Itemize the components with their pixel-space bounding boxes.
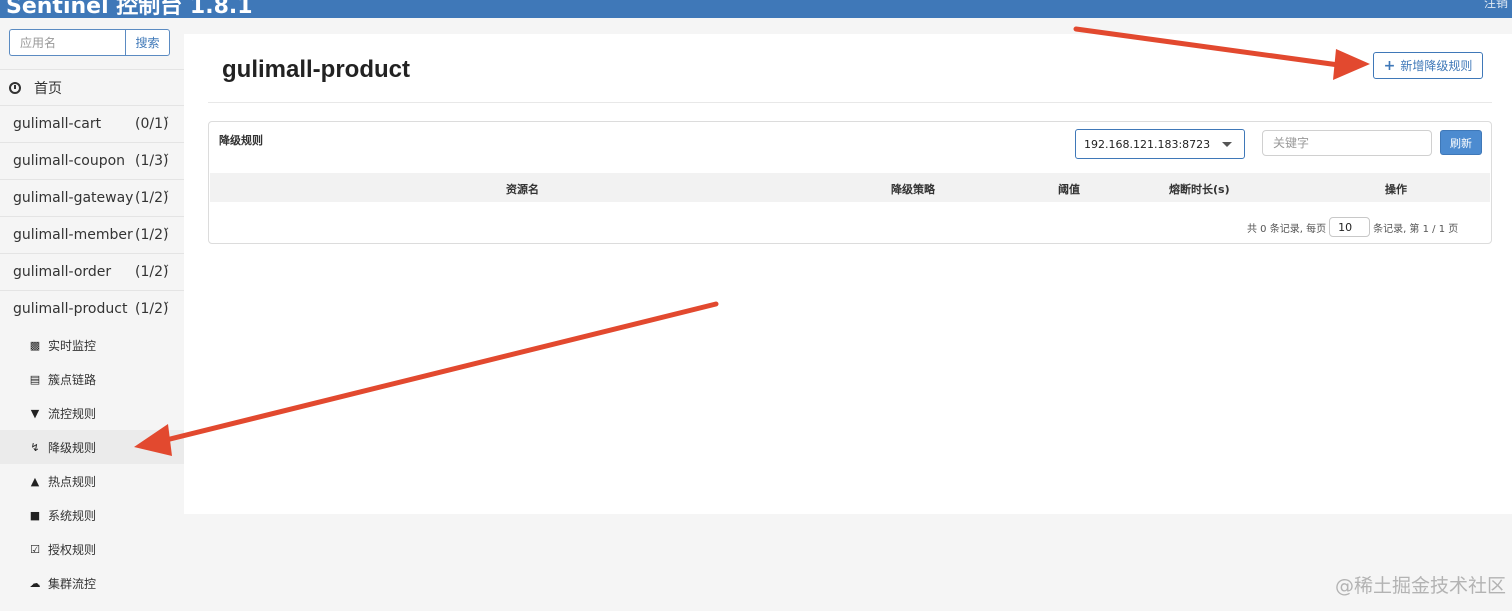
lock-icon: ■ <box>29 508 41 522</box>
submenu-item-resource-chain[interactable]: ▤ 簇点链路 <box>0 362 184 396</box>
add-degrade-rule-button[interactable]: + 新增降级规则 <box>1373 52 1483 79</box>
chevron-down-icon: ⌄ <box>162 259 171 270</box>
clock-icon <box>9 81 21 94</box>
submenu-item-label: 实时监控 <box>48 338 97 353</box>
plus-icon: + <box>1383 57 1396 74</box>
submenu-item-hotspot-rules[interactable]: ▲ 热点规则 <box>0 464 184 498</box>
app-name: gulimall-product <box>13 301 128 317</box>
pagination-prefix: 共 0 条记录, 每页 <box>1247 223 1327 235</box>
submenu-item-flow-rules[interactable]: ▼ 流控规则 <box>0 396 184 430</box>
main-content: gulimall-product + 新增降级规则 降级规则 192.168.1… <box>184 34 1512 514</box>
divider <box>208 102 1492 103</box>
app-search: 搜索 <box>9 29 170 56</box>
page-title: gulimall-product <box>222 56 410 83</box>
sidebar-item-home[interactable]: 首页 <box>0 69 184 106</box>
submenu-item-realtime-monitor[interactable]: ▩ 实时监控 <box>0 328 184 362</box>
sidebar-app-item[interactable]: gulimall-product (1/2) ⌄ <box>0 291 184 328</box>
submenu-item-system-rules[interactable]: ■ 系统规则 <box>0 498 184 532</box>
submenu-item-authority-rules[interactable]: ☑ 授权规则 <box>0 532 184 566</box>
sidebar-app-item[interactable]: gulimall-order (1/2) ⌄ <box>0 254 184 291</box>
chevron-down-icon: ⌄ <box>162 185 171 196</box>
add-button-label: 新增降级规则 <box>1400 59 1473 73</box>
keyword-search-input[interactable] <box>1262 130 1432 156</box>
sidebar-app-item[interactable]: gulimall-member (1/2) ⌄ <box>0 217 184 254</box>
app-title: Sentinel 控制台 1.8.1 <box>6 0 253 18</box>
submenu-item-label: 流控规则 <box>48 406 97 421</box>
app-name: gulimall-cart <box>13 116 102 132</box>
column-header-duration: 熔断时长(s) <box>1169 183 1230 196</box>
machine-select-value: 192.168.121.183:8723 <box>1084 138 1211 151</box>
column-header-resource: 资源名 <box>506 183 539 196</box>
machine-select[interactable]: 192.168.121.183:8723 <box>1075 129 1245 159</box>
chevron-up-icon: ⌄ <box>162 296 171 307</box>
app-search-button[interactable]: 搜索 <box>125 29 170 56</box>
sidebar-app-item[interactable]: gulimall-gateway (1/2) ⌄ <box>0 180 184 217</box>
column-header-threshold: 阈值 <box>1058 183 1080 196</box>
fire-icon: ▲ <box>30 474 40 488</box>
bar-chart-icon: ▩ <box>29 338 41 352</box>
table-header: 资源名 降级策略 阈值 熔断时长(s) 操作 <box>210 173 1490 202</box>
top-navbar: Sentinel 控制台 1.8.1 注销 <box>0 0 1512 18</box>
flash-icon: ↯ <box>30 440 40 454</box>
app-name: gulimall-coupon <box>13 153 126 169</box>
filter-icon: ▼ <box>30 406 40 420</box>
sidebar-app-item[interactable]: gulimall-coupon (1/3) ⌄ <box>0 143 184 180</box>
degrade-rules-panel: 降级规则 192.168.121.183:8723 刷新 资源名 降级策略 阈值… <box>208 121 1492 244</box>
sidebar: 搜索 首页 gulimall-cart (0/1) ⌄ gulimall-cou… <box>0 18 184 611</box>
chevron-down-icon: ⌄ <box>162 148 171 159</box>
app-name: gulimall-gateway <box>13 190 134 206</box>
pagination: 共 0 条记录, 每页 10 条记录, 第 1 / 1 页 <box>1247 217 1458 237</box>
submenu-item-label: 热点规则 <box>48 474 97 489</box>
panel-title: 降级规则 <box>219 134 263 147</box>
submenu-item-label: 降级规则 <box>48 440 97 455</box>
submenu-item-label: 簇点链路 <box>48 372 97 387</box>
pagination-suffix: 条记录, 第 1 / 1 页 <box>1373 223 1459 235</box>
sidebar-app-item[interactable]: gulimall-cart (0/1) ⌄ <box>0 106 184 143</box>
list-icon: ▤ <box>29 372 41 386</box>
page-size-input[interactable]: 10 <box>1329 217 1371 237</box>
submenu-item-label: 授权规则 <box>48 542 97 557</box>
caret-down-icon <box>1222 142 1232 147</box>
app-search-input[interactable] <box>9 29 125 56</box>
logout-link[interactable]: 注销 <box>1484 0 1508 11</box>
column-header-actions: 操作 <box>1385 183 1407 196</box>
app-name: gulimall-order <box>13 264 112 280</box>
app-name: gulimall-member <box>13 227 133 243</box>
watermark: @稀土掘金技术社区 <box>1335 575 1507 597</box>
check-icon: ☑ <box>30 542 40 556</box>
chevron-down-icon: ⌄ <box>162 111 171 122</box>
refresh-button[interactable]: 刷新 <box>1440 130 1482 155</box>
sidebar-item-label: 首页 <box>34 80 62 97</box>
submenu-item-label: 系统规则 <box>48 508 97 523</box>
cloud-icon: ☁ <box>29 576 41 590</box>
submenu-item-cluster-flow[interactable]: ☁ 集群流控 <box>0 566 184 600</box>
column-header-strategy: 降级策略 <box>891 183 935 196</box>
submenu-item-label: 集群流控 <box>48 576 97 591</box>
submenu-item-degrade-rules[interactable]: ↯ 降级规则 <box>0 430 184 464</box>
chevron-down-icon: ⌄ <box>162 222 171 233</box>
